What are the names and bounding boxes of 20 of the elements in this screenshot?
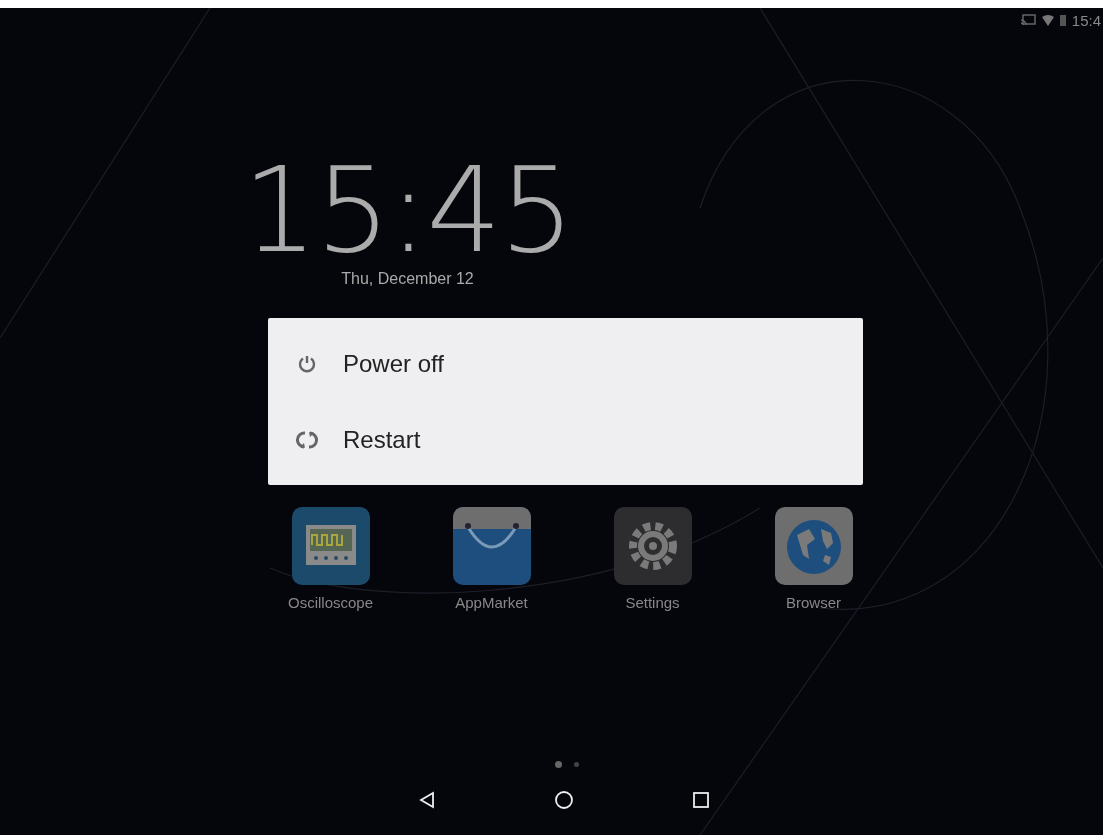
clock-date: Thu, December 12 [341, 270, 474, 288]
app-shortcut[interactable]: Settings [572, 507, 733, 611]
shopping-bag-icon [452, 507, 531, 585]
home-icon[interactable] [554, 790, 574, 810]
wifi-icon [1041, 14, 1054, 26]
gear-icon [613, 507, 692, 585]
power-menu-item[interactable]: Power off [268, 349, 444, 378]
status-time: 15:4 [1071, 11, 1101, 29]
oscilloscope-icon [291, 507, 370, 585]
clock-time: 15:45 [242, 160, 573, 260]
app-shortcut[interactable]: Oscilloscope [250, 507, 411, 611]
recents-icon[interactable] [692, 791, 710, 809]
refresh-icon [296, 428, 318, 451]
back-icon[interactable] [418, 791, 436, 809]
globe-icon [774, 507, 853, 585]
cast-icon [1019, 14, 1036, 26]
battery-icon [1059, 14, 1066, 26]
app-shortcut[interactable]: Browser [733, 507, 894, 611]
power-menu-item[interactable]: Restart [268, 425, 421, 454]
app-shortcut[interactable]: AppMarket [411, 507, 572, 611]
